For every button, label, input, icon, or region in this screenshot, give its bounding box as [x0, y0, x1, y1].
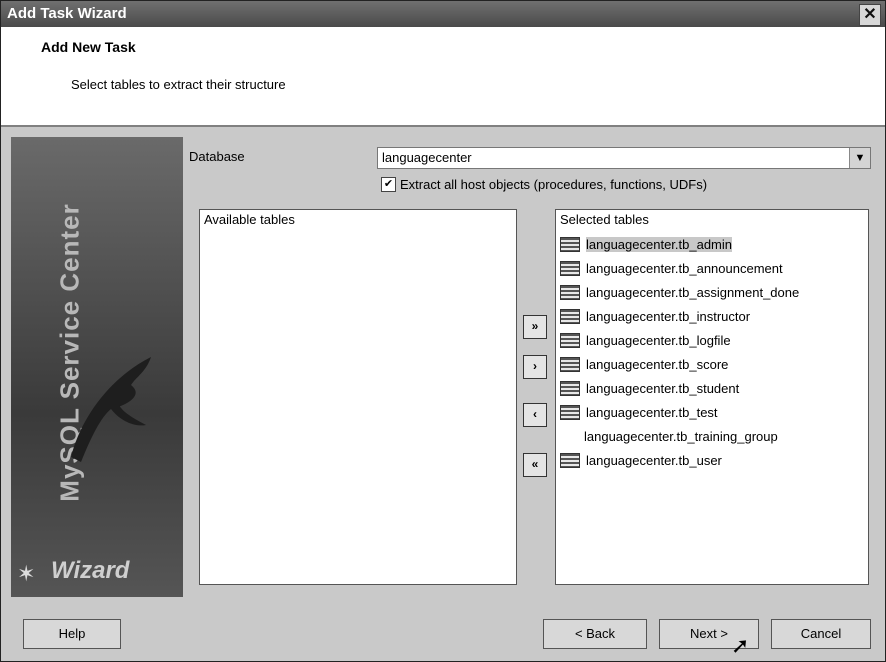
list-item[interactable]: languagecenter.tb_training_group	[560, 424, 866, 448]
blank-icon	[560, 430, 578, 443]
list-item[interactable]: languagecenter.tb_announcement	[560, 256, 866, 280]
table-icon	[560, 236, 580, 252]
table-name: languagecenter.tb_instructor	[586, 308, 751, 324]
extract-host-objects-label: Extract all host objects (procedures, fu…	[400, 177, 708, 192]
list-item[interactable]: languagecenter.tb_logfile	[560, 328, 866, 352]
table-name: languagecenter.tb_assignment_done	[586, 284, 800, 300]
list-item[interactable]: languagecenter.tb_score	[560, 352, 866, 376]
selected-tables-list[interactable]: Selected tables languagecenter.tb_admin …	[555, 209, 869, 585]
dolphin-logo	[71, 357, 151, 462]
table-name: languagecenter.tb_user	[586, 452, 722, 468]
add-button[interactable]: ›	[523, 355, 547, 379]
window-title: Add Task Wizard	[7, 5, 127, 22]
extract-host-objects-option[interactable]: ✔ Extract all host objects (procedures, …	[381, 177, 707, 192]
table-icon	[560, 284, 580, 300]
list-item[interactable]: languagecenter.tb_student	[560, 376, 866, 400]
back-button[interactable]: < Back	[543, 619, 647, 649]
table-name: languagecenter.tb_announcement	[586, 260, 783, 276]
table-name: languagecenter.tb_score	[586, 356, 729, 372]
table-name: languagecenter.tb_admin	[586, 236, 733, 252]
list-item[interactable]: languagecenter.tb_user	[560, 448, 866, 472]
extract-host-objects-checkbox[interactable]: ✔	[381, 177, 396, 192]
cancel-button[interactable]: Cancel	[771, 619, 871, 649]
database-select[interactable]: languagecenter ▼	[377, 147, 871, 169]
selected-tables-items: languagecenter.tb_admin languagecenter.t…	[560, 232, 866, 472]
mouse-pointer-icon: ➚	[731, 633, 750, 658]
title-bar[interactable]: Add Task Wizard ✕	[1, 1, 885, 27]
selected-tables-header: Selected tables	[560, 212, 649, 227]
list-item[interactable]: languagecenter.tb_assignment_done	[560, 280, 866, 304]
add-all-button[interactable]: »	[523, 315, 547, 339]
table-icon	[560, 260, 580, 276]
close-button[interactable]: ✕	[859, 4, 881, 26]
wizard-side-banner: MySQL Service Center ✶ Wizard	[11, 137, 183, 597]
side-banner-wizard: Wizard	[51, 557, 130, 584]
chevron-down-icon[interactable]: ▼	[849, 148, 870, 168]
table-icon	[560, 356, 580, 372]
available-tables-list[interactable]: Available tables	[199, 209, 517, 585]
table-icon	[560, 452, 580, 468]
list-item[interactable]: languagecenter.tb_instructor	[560, 304, 866, 328]
table-icon	[560, 380, 580, 396]
list-item[interactable]: languagecenter.tb_test	[560, 400, 866, 424]
add-task-wizard-window: Add Task Wizard ✕ Add New Task Select ta…	[0, 0, 886, 662]
help-button[interactable]: Help	[23, 619, 121, 649]
page-title: Add New Task	[41, 39, 136, 55]
table-name: languagecenter.tb_logfile	[586, 332, 731, 348]
database-value: languagecenter	[382, 150, 472, 165]
table-name: languagecenter.tb_test	[586, 404, 718, 420]
table-name: languagecenter.tb_student	[586, 380, 740, 396]
list-item[interactable]: languagecenter.tb_admin	[560, 232, 866, 256]
remove-button[interactable]: ‹	[523, 403, 547, 427]
table-icon	[560, 308, 580, 324]
available-tables-header: Available tables	[204, 212, 295, 227]
table-icon	[560, 404, 580, 420]
table-name: languagecenter.tb_training_group	[584, 428, 778, 444]
star-icon: ✶	[17, 561, 36, 586]
page-subtitle: Select tables to extract their structure	[71, 77, 286, 92]
database-label: Database	[189, 149, 245, 164]
wizard-header: Add New Task Select tables to extract th…	[1, 27, 885, 127]
table-icon	[560, 332, 580, 348]
remove-all-button[interactable]: «	[523, 453, 547, 477]
